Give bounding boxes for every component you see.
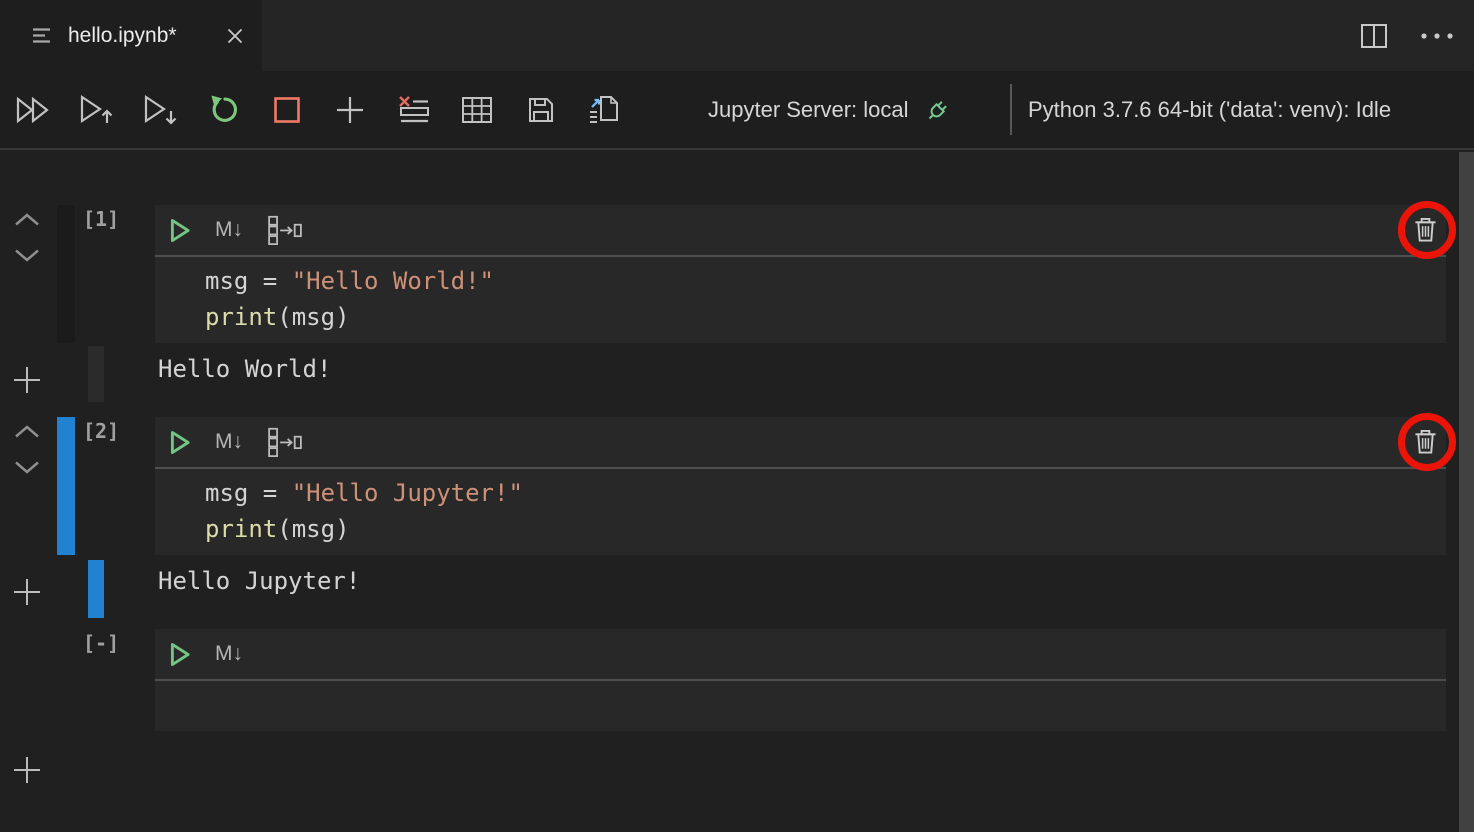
code-line: print(msg)	[205, 299, 1446, 335]
cell-output: Hello World!	[158, 354, 331, 384]
run-all-cells-button[interactable]	[1, 82, 65, 138]
gather-icon	[267, 427, 303, 457]
code-token: (	[277, 515, 291, 543]
gather-button[interactable]	[267, 427, 303, 457]
restart-icon	[208, 94, 239, 125]
add-cell-button[interactable]	[11, 576, 43, 608]
variable-explorer-button[interactable]	[446, 82, 510, 138]
insert-cell-button[interactable]	[319, 82, 383, 138]
trash-icon	[1413, 216, 1438, 243]
run-cells-below-button[interactable]	[128, 82, 192, 138]
run-below-icon	[142, 94, 178, 126]
cell-toolbar: M↓	[155, 629, 1446, 681]
more-actions-button[interactable]	[1420, 32, 1454, 40]
clear-all-outputs-button[interactable]	[382, 82, 446, 138]
notebook-body: [1] M↓ msg = "Hello World!" print(msg) H…	[0, 150, 1474, 832]
execution-count: [2]	[83, 419, 133, 443]
code-token: "Hello World!"	[292, 267, 494, 295]
clear-outputs-icon	[397, 95, 431, 125]
kernel-status-label: Python 3.7.6 64-bit ('data': venv): Idle	[1028, 97, 1391, 123]
markdown-convert-button[interactable]: M↓	[215, 430, 243, 454]
code-line: msg = "Hello World!"	[205, 263, 1446, 299]
cell-up-chevron[interactable]	[13, 211, 41, 228]
save-icon	[526, 95, 556, 125]
plus-icon	[334, 94, 366, 126]
kernel-status[interactable]: Python 3.7.6 64-bit ('data': venv): Idle	[1028, 71, 1391, 148]
cell-down-chevron[interactable]	[13, 247, 41, 264]
code-token: msg	[205, 479, 248, 507]
code-token: (	[277, 303, 291, 331]
code-editor[interactable]: msg = "Hello World!" print(msg)	[155, 257, 1446, 335]
add-cell-button[interactable]	[11, 754, 43, 786]
cell-down-chevron[interactable]	[13, 459, 41, 476]
tab-hello-ipynb[interactable]: hello.ipynb*	[0, 0, 262, 71]
export-icon	[587, 94, 621, 126]
execution-count: [-]	[83, 631, 133, 655]
markdown-convert-button[interactable]: M↓	[215, 218, 243, 242]
export-notebook-button[interactable]	[573, 82, 637, 138]
run-cell-button[interactable]	[170, 218, 191, 243]
run-cell-button[interactable]	[170, 642, 191, 667]
code-token: "Hello Jupyter!"	[292, 479, 523, 507]
gather-button[interactable]	[267, 215, 303, 245]
run-above-icon	[78, 94, 114, 126]
variables-grid-icon	[461, 96, 493, 124]
code-editor[interactable]	[155, 681, 1446, 735]
cell-up-chevron[interactable]	[13, 423, 41, 440]
editor-actions	[1360, 0, 1454, 71]
code-cell-2: M↓ msg = "Hello Jupyter!" print(msg)	[155, 417, 1446, 555]
tab-title: hello.ipynb*	[68, 24, 209, 48]
close-icon[interactable]	[224, 25, 246, 47]
stop-icon	[272, 95, 302, 125]
delete-cell-button[interactable]	[1413, 216, 1438, 243]
selected-cell-collapse-bar[interactable]	[57, 417, 75, 555]
code-token: =	[248, 267, 291, 295]
code-line: msg = "Hello Jupyter!"	[205, 475, 1446, 511]
code-cell-3: M↓	[155, 629, 1446, 731]
cell-output: Hello Jupyter!	[158, 566, 360, 596]
interrupt-kernel-button[interactable]	[255, 82, 319, 138]
restart-kernel-button[interactable]	[192, 82, 256, 138]
run-cells-above-button[interactable]	[65, 82, 129, 138]
split-editor-button[interactable]	[1360, 23, 1388, 49]
code-token: =	[248, 479, 291, 507]
cell-toolbar: M↓	[155, 417, 1446, 469]
toolbar-divider	[1010, 84, 1012, 135]
notebook-toc-icon	[30, 26, 53, 45]
trash-icon	[1413, 428, 1438, 455]
selected-output-collapse-bar[interactable]	[88, 560, 104, 618]
code-line: print(msg)	[205, 511, 1446, 547]
output-collapse-bar[interactable]	[88, 346, 104, 402]
cell-collapse-bar[interactable]	[57, 205, 75, 343]
gather-icon	[267, 215, 303, 245]
connected-plug-icon	[924, 96, 952, 124]
code-token: print	[205, 515, 277, 543]
jupyter-server-status[interactable]: Jupyter Server: local	[708, 71, 952, 148]
code-token: )	[335, 515, 349, 543]
run-all-icon	[15, 95, 51, 125]
notebook-scrollbar[interactable]	[1459, 152, 1474, 832]
code-token: )	[335, 303, 349, 331]
code-token: msg	[292, 303, 335, 331]
markdown-convert-button[interactable]: M↓	[215, 642, 243, 666]
code-token: print	[205, 303, 277, 331]
run-cell-button[interactable]	[170, 430, 191, 455]
cell-toolbar: M↓	[155, 205, 1446, 257]
delete-cell-button[interactable]	[1413, 428, 1438, 455]
save-button[interactable]	[509, 82, 573, 138]
add-cell-button[interactable]	[11, 364, 43, 396]
code-token: msg	[292, 515, 335, 543]
notebook-toolbar: Jupyter Server: local Python 3.7.6 64-bi…	[0, 71, 1474, 150]
server-status-label: Jupyter Server: local	[708, 97, 909, 123]
code-token: msg	[205, 267, 248, 295]
tab-bar: hello.ipynb*	[0, 0, 1474, 71]
code-editor[interactable]: msg = "Hello Jupyter!" print(msg)	[155, 469, 1446, 547]
code-cell-1: M↓ msg = "Hello World!" print(msg)	[155, 205, 1446, 343]
execution-count: [1]	[83, 207, 133, 231]
